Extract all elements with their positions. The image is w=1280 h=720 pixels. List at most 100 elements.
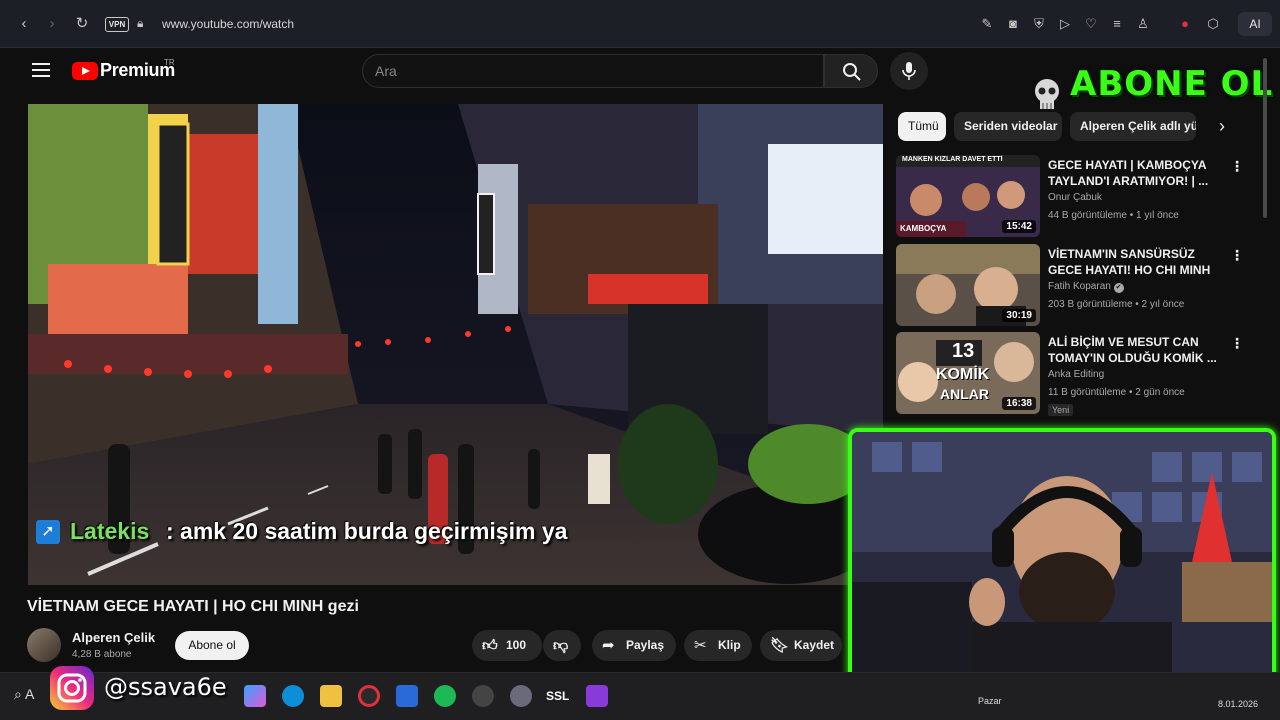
- shield-icon[interactable]: ⛨: [1030, 15, 1048, 33]
- instagram-glyph: [57, 673, 87, 703]
- clip-label: Klip: [718, 638, 741, 652]
- country-code: TR: [164, 58, 175, 67]
- webcam-feed: [852, 432, 1272, 686]
- subscribe-button[interactable]: Abone ol: [175, 631, 249, 660]
- new-badge: Yeni: [1048, 404, 1074, 416]
- browser-toolbar: ‹ › ↻ VPN 🔒︎ www.youtube.com/watch ✎ ◙ ⛨…: [0, 0, 1280, 48]
- copilot-icon[interactable]: [244, 685, 266, 707]
- taskbar-search-icon[interactable]: ⌕ A: [14, 686, 34, 703]
- thumbnail-caption: KOMİK: [936, 366, 990, 383]
- vpn-badge[interactable]: VPN: [105, 17, 129, 32]
- thumbs-up-icon: 👍︎: [482, 637, 498, 654]
- scrollbar[interactable]: [1263, 58, 1267, 218]
- ai-button[interactable]: AI: [1238, 12, 1272, 36]
- play-icon[interactable]: ▷: [1056, 15, 1074, 33]
- taskbar-search-text: A: [24, 686, 35, 702]
- like-count: 100: [506, 638, 527, 652]
- more-options-icon[interactable]: ⋮: [1230, 246, 1244, 264]
- dislike-button[interactable]: 👎︎: [543, 630, 581, 661]
- youtube-logo-icon[interactable]: [72, 62, 98, 80]
- list-icon[interactable]: ≡: [1108, 15, 1126, 33]
- like-button[interactable]: 👍︎ 100: [472, 630, 542, 661]
- extension-red-icon[interactable]: ●: [1176, 15, 1194, 33]
- duration-badge: 15:42: [1002, 220, 1036, 233]
- channel-name[interactable]: Alperen Çelik: [72, 630, 155, 645]
- video-title: VİETNAM GECE HAYATI | HO CHI MINH gezi: [27, 598, 359, 615]
- video-thumbnail[interactable]: MANKEN KIZLAR DAVET ETTİ KAMBOÇYA 15:42: [896, 155, 1040, 237]
- chip-channel[interactable]: Alperen Çelik adlı yük: [1070, 112, 1196, 141]
- recommendation-channel[interactable]: Onur Çabuk: [1048, 192, 1102, 203]
- recommendation-item[interactable]: MANKEN KIZLAR DAVET ETTİ KAMBOÇYA 15:42 …: [896, 155, 1248, 239]
- recommendation-channel[interactable]: Anka Editing: [1048, 369, 1104, 380]
- recommendation-item[interactable]: 13 KOMİK ANLAR 16:38 ALİ BİÇİM VE MESUT …: [896, 332, 1248, 416]
- recommendation-title[interactable]: ALİ BİÇİM VE MESUT CAN TOMAY'IN OLDUĞU K…: [1048, 334, 1228, 366]
- voice-search-button[interactable]: [890, 52, 928, 90]
- video-thumbnail[interactable]: 30:19: [896, 244, 1040, 326]
- skull-icon: [1035, 79, 1059, 109]
- recommendation-title[interactable]: GECE HAYATI | KAMBOÇYA TAYLAND'I ARATMIY…: [1048, 157, 1228, 189]
- camera-icon[interactable]: ◙: [1004, 15, 1022, 33]
- profile-icon[interactable]: ♙: [1134, 15, 1152, 33]
- duration-badge: 30:19: [1002, 309, 1036, 322]
- edge-icon[interactable]: [282, 685, 304, 707]
- ssl-app-icon[interactable]: SSL: [546, 685, 569, 707]
- mail-icon[interactable]: [396, 685, 418, 707]
- more-options-icon[interactable]: ⋮: [1230, 334, 1244, 352]
- heart-icon[interactable]: ♡: [1082, 15, 1100, 33]
- chip-all[interactable]: Tümü: [898, 112, 946, 141]
- save-label: Kaydet: [794, 638, 835, 652]
- more-options-icon[interactable]: ⋮: [1230, 157, 1244, 175]
- tray-date[interactable]: 8.01.2026: [1218, 699, 1258, 709]
- chip-series[interactable]: Seriden videolar: [954, 112, 1062, 141]
- save-button[interactable]: 🔖︎ Kaydet: [760, 630, 842, 661]
- search-box: [362, 54, 824, 88]
- recommendation-meta: 203 B görüntüleme • 2 yıl önce: [1048, 299, 1185, 310]
- lock-icon[interactable]: 🔒︎: [137, 16, 143, 31]
- recommendation-meta: 11 B görüntüleme • 2 gün önce: [1048, 387, 1185, 398]
- settings-icon[interactable]: [510, 685, 532, 707]
- scissors-icon: ✂: [694, 637, 707, 654]
- video-player[interactable]: ➚ Latekis : amk 20 saatim burda geçirmiş…: [28, 104, 883, 585]
- thumbnail-caption: ANLAR: [940, 386, 989, 402]
- bookmark-icon: 🔖︎: [770, 637, 790, 654]
- subscribe-overlay-text: ABONE OL: [1070, 64, 1274, 104]
- recommendation-title[interactable]: VİETNAM'IN SANSÜRSÜZ GECE HAYATI! HO CHI…: [1048, 246, 1228, 278]
- search-icon: [843, 63, 861, 81]
- duration-badge: 16:38: [1002, 397, 1036, 410]
- thumbnail-caption: KAMBOÇYA: [900, 224, 947, 233]
- chat-message: : amk 20 saatim burda geçirmişim ya: [166, 518, 568, 544]
- search-button[interactable]: [824, 54, 878, 88]
- tray-day-label: Pazar: [978, 696, 1002, 706]
- share-label: Paylaş: [626, 638, 665, 652]
- file-explorer-icon[interactable]: [320, 685, 342, 707]
- microphone-icon: [902, 62, 916, 80]
- reload-icon[interactable]: ↻: [72, 14, 92, 34]
- app-icon[interactable]: [472, 685, 494, 707]
- recommendation-item[interactable]: 30:19 VİETNAM'IN SANSÜRSÜZ GECE HAYATI! …: [896, 244, 1248, 328]
- forward-icon[interactable]: ›: [42, 14, 62, 34]
- video-frame: [28, 104, 883, 585]
- search-input[interactable]: [375, 63, 795, 79]
- share-button[interactable]: ➦ Paylaş: [592, 630, 676, 661]
- spotify-icon[interactable]: [434, 685, 456, 707]
- opera-icon[interactable]: [358, 685, 380, 707]
- recommendation-title-text: VİETNAM'IN SANSÜRSÜZ GECE HAYATI! HO CHI…: [1048, 247, 1211, 277]
- share-icon: ➦: [602, 637, 615, 654]
- thumbs-down-icon: 👎︎: [553, 637, 569, 654]
- webcam-overlay: [848, 428, 1276, 690]
- recommendation-channel[interactable]: Fatih Koparan ✔: [1048, 281, 1124, 293]
- thumbnail-caption: 13: [952, 340, 975, 362]
- channel-avatar[interactable]: [27, 628, 61, 662]
- purple-app-icon[interactable]: [586, 685, 608, 707]
- edit-icon[interactable]: ✎: [978, 15, 996, 33]
- menu-icon[interactable]: [32, 63, 50, 77]
- chat-username: Latekis: [70, 518, 150, 544]
- subscriber-count: 4,28 B abone: [72, 649, 132, 660]
- cube-icon[interactable]: ⬡: [1204, 15, 1222, 33]
- chevron-right-icon[interactable]: ›: [1210, 114, 1234, 138]
- address-bar[interactable]: www.youtube.com/watch: [162, 17, 294, 31]
- recommendation-meta: 44 B görüntüleme • 1 yıl önce: [1048, 210, 1179, 221]
- video-thumbnail[interactable]: 13 KOMİK ANLAR 16:38: [896, 332, 1040, 414]
- clip-button[interactable]: ✂ Klip: [684, 630, 752, 661]
- back-icon[interactable]: ‹: [14, 14, 34, 34]
